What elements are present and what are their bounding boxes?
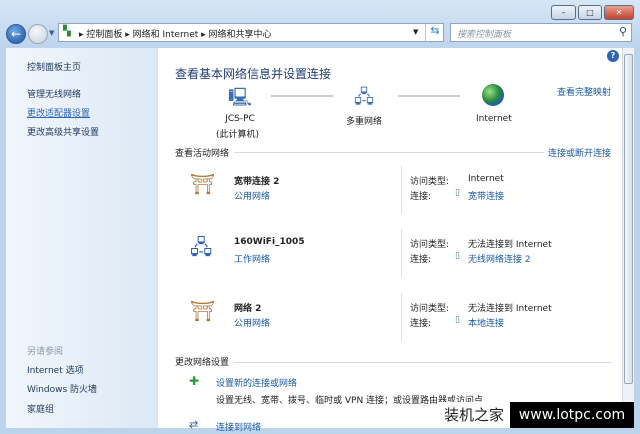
divider xyxy=(234,362,612,363)
search-input[interactable]: 搜索控制面板 ⚲ xyxy=(450,23,632,42)
connection-link[interactable]: 本地连接 xyxy=(468,316,504,329)
control-panel-icon: ▚ xyxy=(63,26,71,37)
breadcrumb: ▸ 控制面板 ▸ 网络和 Internet ▸ 网络和共享中心 xyxy=(79,27,272,40)
see-also-internet-options[interactable]: Internet 选项 xyxy=(27,363,84,376)
work-network-icon[interactable]: 🖧 xyxy=(190,233,212,267)
watermark-cn: 装机之家 xyxy=(438,402,510,428)
breadcrumb-network-center[interactable]: 网络和共享中心 xyxy=(209,30,272,40)
computer-icon: 🖳 xyxy=(228,87,253,108)
connection-icon: ▯ xyxy=(455,251,460,261)
see-also-title: 另请参阅 xyxy=(27,347,64,357)
divider xyxy=(401,166,402,214)
network-name: 160WiFi_1005 xyxy=(234,237,305,247)
address-bar[interactable]: ▚ ▸ 控制面板 ▸ 网络和 Internet ▸ 网络和共享中心 ▼ ⇆ xyxy=(58,23,444,42)
breadcrumb-network-internet[interactable]: 网络和 Internet xyxy=(133,30,199,40)
network-category-link[interactable]: 工作网络 xyxy=(234,252,270,265)
forward-button[interactable] xyxy=(28,24,48,44)
close-button[interactable]: ✕ xyxy=(604,5,634,20)
connection-label: 连接: xyxy=(410,319,432,329)
search-icon[interactable]: ⚲ xyxy=(619,25,627,38)
map-internet: Internet xyxy=(476,114,512,124)
divider xyxy=(401,293,402,341)
change-settings-title: 更改网络设置 xyxy=(175,358,230,368)
access-type-label: 访问类型: xyxy=(410,240,450,250)
search-placeholder: 搜索控制面板 xyxy=(457,30,512,40)
map-line xyxy=(271,95,333,97)
access-type-value: 无法连接到 Internet xyxy=(468,304,552,314)
scrollbar-thumb[interactable] xyxy=(624,54,633,384)
map-multiple-networks: 多重网络 xyxy=(346,117,383,127)
public-network-bench-icon[interactable]: ⛩ xyxy=(190,172,215,196)
connect-disconnect-link[interactable]: 连接或断开连接 xyxy=(548,146,611,159)
multiple-networks-icon: 🖧 xyxy=(354,87,375,108)
sidebar-home[interactable]: 控制面板主页 xyxy=(27,60,81,73)
connection-label: 连接: xyxy=(410,255,432,265)
connect-to-network-link[interactable]: 连接到网络 xyxy=(216,420,261,433)
network-row: 🖧 160WiFi_1005 工作网络 访问类型: 无法连接到 Internet… xyxy=(158,229,622,279)
connection-link[interactable]: 无线网络连接 2 xyxy=(468,252,531,265)
access-type-label: 访问类型: xyxy=(410,304,450,314)
connection-icon: ▯ xyxy=(455,188,460,198)
recent-pages-dropdown[interactable]: ▼ xyxy=(49,29,54,37)
access-type-value: 无法连接到 Internet xyxy=(468,240,552,250)
active-networks-title: 查看活动网络 xyxy=(175,149,230,159)
connect-network-icon: ⇄ xyxy=(189,418,199,431)
address-dropdown-icon[interactable]: ▼ xyxy=(413,28,418,36)
network-name: 网络 2 xyxy=(234,304,262,314)
help-icon[interactable]: ? xyxy=(607,50,619,62)
connection-label: 连接: xyxy=(410,192,432,202)
watermark-url: www.lotpc.com xyxy=(510,402,634,428)
network-name: 宽带连接 2 xyxy=(234,177,280,187)
refresh-icon[interactable]: ⇆ xyxy=(425,24,444,41)
main-content: ? 查看基本网络信息并设置连接 查看完整映射 🖳 🖧 JCS-PC (此计算机)… xyxy=(158,48,622,433)
sidebar-item-advanced-sharing[interactable]: 更改高级共享设置 xyxy=(27,125,99,138)
sidebar: 控制面板主页 管理无线网络 更改适配器设置 更改高级共享设置 另请参阅 Inte… xyxy=(6,48,158,428)
internet-globe-icon[interactable] xyxy=(482,84,504,106)
divider xyxy=(401,229,402,277)
page-title: 查看基本网络信息并设置连接 xyxy=(175,67,332,81)
see-also-homegroup[interactable]: 家庭组 xyxy=(27,402,54,415)
divider xyxy=(234,152,544,153)
sidebar-item-manage-wireless[interactable]: 管理无线网络 xyxy=(27,87,81,100)
chevron-right-icon: ▸ xyxy=(201,30,209,40)
connection-icon: ▯ xyxy=(455,315,460,325)
access-type-label: 访问类型: xyxy=(410,177,450,187)
setup-connection-link[interactable]: 设置新的连接或网络 xyxy=(216,376,297,389)
network-category-link[interactable]: 公用网络 xyxy=(234,189,270,202)
chevron-right-icon: ▸ xyxy=(125,30,133,40)
vertical-scrollbar[interactable] xyxy=(622,48,634,428)
public-network-bench-icon[interactable]: ⛩ xyxy=(190,299,215,323)
access-type-value: Internet xyxy=(468,174,504,184)
minimize-button[interactable]: – xyxy=(551,5,576,20)
see-also-firewall[interactable]: Windows 防火墙 xyxy=(27,382,97,395)
back-button[interactable]: ← xyxy=(6,24,26,44)
maximize-button[interactable]: □ xyxy=(578,5,602,20)
sidebar-item-adapter-settings[interactable]: 更改适配器设置 xyxy=(27,106,90,119)
breadcrumb-control-panel[interactable]: 控制面板 xyxy=(86,30,122,40)
map-line xyxy=(398,95,460,97)
network-row: ⛩ 宽带连接 2 公用网络 访问类型: Internet 连接: ▯ 宽带连接 xyxy=(158,166,622,216)
network-row: ⛩ 网络 2 公用网络 访问类型: 无法连接到 Internet 连接: ▯ 本… xyxy=(158,293,622,343)
new-connection-icon: ✚ xyxy=(189,374,200,388)
view-full-map-link[interactable]: 查看完整映射 xyxy=(557,85,611,98)
map-pc-sub: (此计算机) xyxy=(216,130,260,140)
connection-link[interactable]: 宽带连接 xyxy=(468,189,504,202)
network-category-link[interactable]: 公用网络 xyxy=(234,316,270,329)
map-pc-name: JCS-PC xyxy=(225,114,255,124)
